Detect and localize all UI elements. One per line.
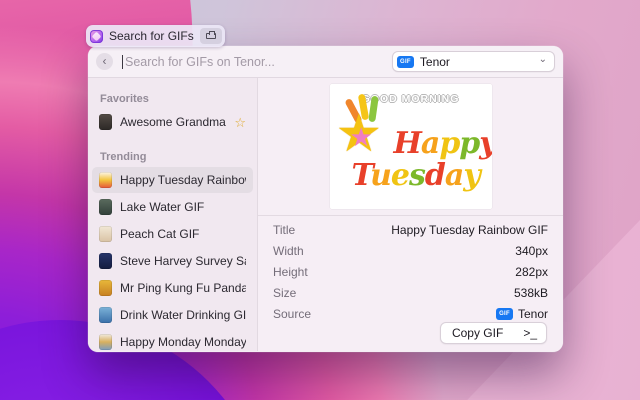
- detail-value-text: Tenor: [518, 307, 548, 321]
- sidebar-item[interactable]: Steve Harvey Survey Says GIF: [92, 248, 253, 274]
- detail-value: GIF Tenor: [496, 307, 548, 321]
- detail-row: Title Happy Tuesday Rainbow GIF: [258, 219, 563, 240]
- gif-thumbnail-icon: [99, 307, 112, 323]
- gif-thumbnail-icon: [99, 334, 112, 350]
- gif-details: Title Happy Tuesday Rainbow GIF Width 340px…: [258, 215, 563, 324]
- sidebar-item[interactable]: Mr Ping Kung Fu Panda GIF: [92, 275, 253, 301]
- back-button[interactable]: ‹: [96, 53, 113, 70]
- preview-area: GOOD MORNING ★ ★ Happy Tuesday: [258, 78, 563, 215]
- sidebar-item-label: Happy Monday Mondays GIF: [120, 335, 246, 349]
- detail-value-text: 538kB: [514, 286, 548, 300]
- sidebar-item[interactable]: Awesome Grandma GIF ☆: [92, 109, 253, 135]
- desktop-wallpaper: Search for GIFs ‹ GIF Tenor ⌄ Favorites A…: [0, 0, 640, 400]
- star-icon: ★: [350, 124, 373, 150]
- sidebar-item-label: Mr Ping Kung Fu Panda GIF: [120, 281, 246, 295]
- sidebar-item[interactable]: Happy Monday Mondays GIF: [92, 329, 253, 351]
- sidebar-item[interactable]: Lake Water GIF: [92, 194, 253, 220]
- sidebar-item-label: Lake Water GIF: [120, 200, 204, 214]
- terminal-prompt-icon: >_: [523, 326, 537, 340]
- gif-thumbnail-icon: [99, 199, 112, 215]
- sidebar-section-title: Trending: [88, 143, 257, 163]
- footer-actions: Copy GIF >_: [440, 322, 547, 344]
- gif-thumbnail-icon: [99, 226, 112, 242]
- favorite-star-icon[interactable]: ☆: [234, 116, 246, 129]
- detail-row: Width 340px: [258, 240, 563, 261]
- detail-label: Height: [273, 265, 308, 279]
- action-button-group: Copy GIF >_: [440, 322, 547, 344]
- provider-dropdown[interactable]: GIF Tenor ⌄: [392, 51, 555, 72]
- printer-button[interactable]: [200, 28, 222, 44]
- detail-value: 282px: [515, 265, 548, 279]
- gif-preview: GOOD MORNING ★ ★ Happy Tuesday: [330, 84, 492, 209]
- detail-label: Size: [273, 286, 296, 300]
- sidebar-item[interactable]: Drink Water Drinking GIF: [92, 302, 253, 328]
- detail-value: Happy Tuesday Rainbow GIF: [391, 223, 548, 237]
- gif-badge-icon: GIF: [397, 56, 414, 68]
- detail-row: Height 282px: [258, 261, 563, 282]
- sidebar-item-label: Peach Cat GIF: [120, 227, 199, 241]
- detail-panel: GOOD MORNING ★ ★ Happy Tuesday Title Happ…: [258, 78, 563, 351]
- sidebar-item-label: Steve Harvey Survey Says GIF: [120, 254, 246, 268]
- detail-label: Width: [273, 244, 304, 258]
- gif-thumbnail-icon: [99, 114, 112, 130]
- chevron-down-icon: ⌄: [539, 55, 547, 65]
- preview-word-happy: Happy: [394, 126, 492, 161]
- provider-name: Tenor: [420, 55, 533, 69]
- shell-button[interactable]: >_: [514, 323, 546, 343]
- shortcut-title: Search for GIFs: [109, 29, 194, 43]
- gif-search-window: ‹ GIF Tenor ⌄ Favorites Awesome Grandma G…: [88, 46, 563, 352]
- sidebar-section-title: Favorites: [88, 85, 257, 105]
- detail-value-text: 340px: [515, 244, 548, 258]
- search-bar: ‹ GIF Tenor ⌄: [88, 46, 563, 78]
- detail-value: 340px: [515, 244, 548, 258]
- sidebar-item-label: Awesome Grandma GIF: [120, 115, 226, 129]
- sidebar-item-label: Happy Tuesday Rainbow GIF: [120, 173, 246, 187]
- sidebar-item-label: Drink Water Drinking GIF: [120, 308, 246, 322]
- copy-gif-button[interactable]: Copy GIF: [441, 323, 514, 343]
- detail-row: Size 538kB: [258, 282, 563, 303]
- shortcut-runner-pill: Search for GIFs: [86, 25, 225, 47]
- gif-badge-icon: GIF: [496, 308, 513, 320]
- detail-label: Title: [273, 223, 295, 237]
- detail-value-text: 282px: [515, 265, 548, 279]
- gif-thumbnail-icon: [99, 280, 112, 296]
- printer-icon: [206, 33, 216, 39]
- sidebar-item[interactable]: Peach Cat GIF: [92, 221, 253, 247]
- sidebar: Favorites Awesome Grandma GIF ☆ Trending Hap…: [88, 78, 258, 351]
- detail-row: Source GIF Tenor: [258, 303, 563, 324]
- chevron-left-icon: ‹: [103, 54, 107, 69]
- preview-word-tuesday: Tuesday: [352, 158, 480, 193]
- shortcuts-app-icon: [90, 30, 103, 43]
- detail-value: 538kB: [514, 286, 548, 300]
- sidebar-item[interactable]: Happy Tuesday Rainbow GIF: [92, 167, 253, 193]
- search-input[interactable]: [123, 55, 392, 69]
- gif-thumbnail-icon: [99, 253, 112, 269]
- detail-label: Source: [273, 307, 311, 321]
- detail-value-text: Happy Tuesday Rainbow GIF: [391, 223, 548, 237]
- gif-thumbnail-icon: [99, 172, 112, 188]
